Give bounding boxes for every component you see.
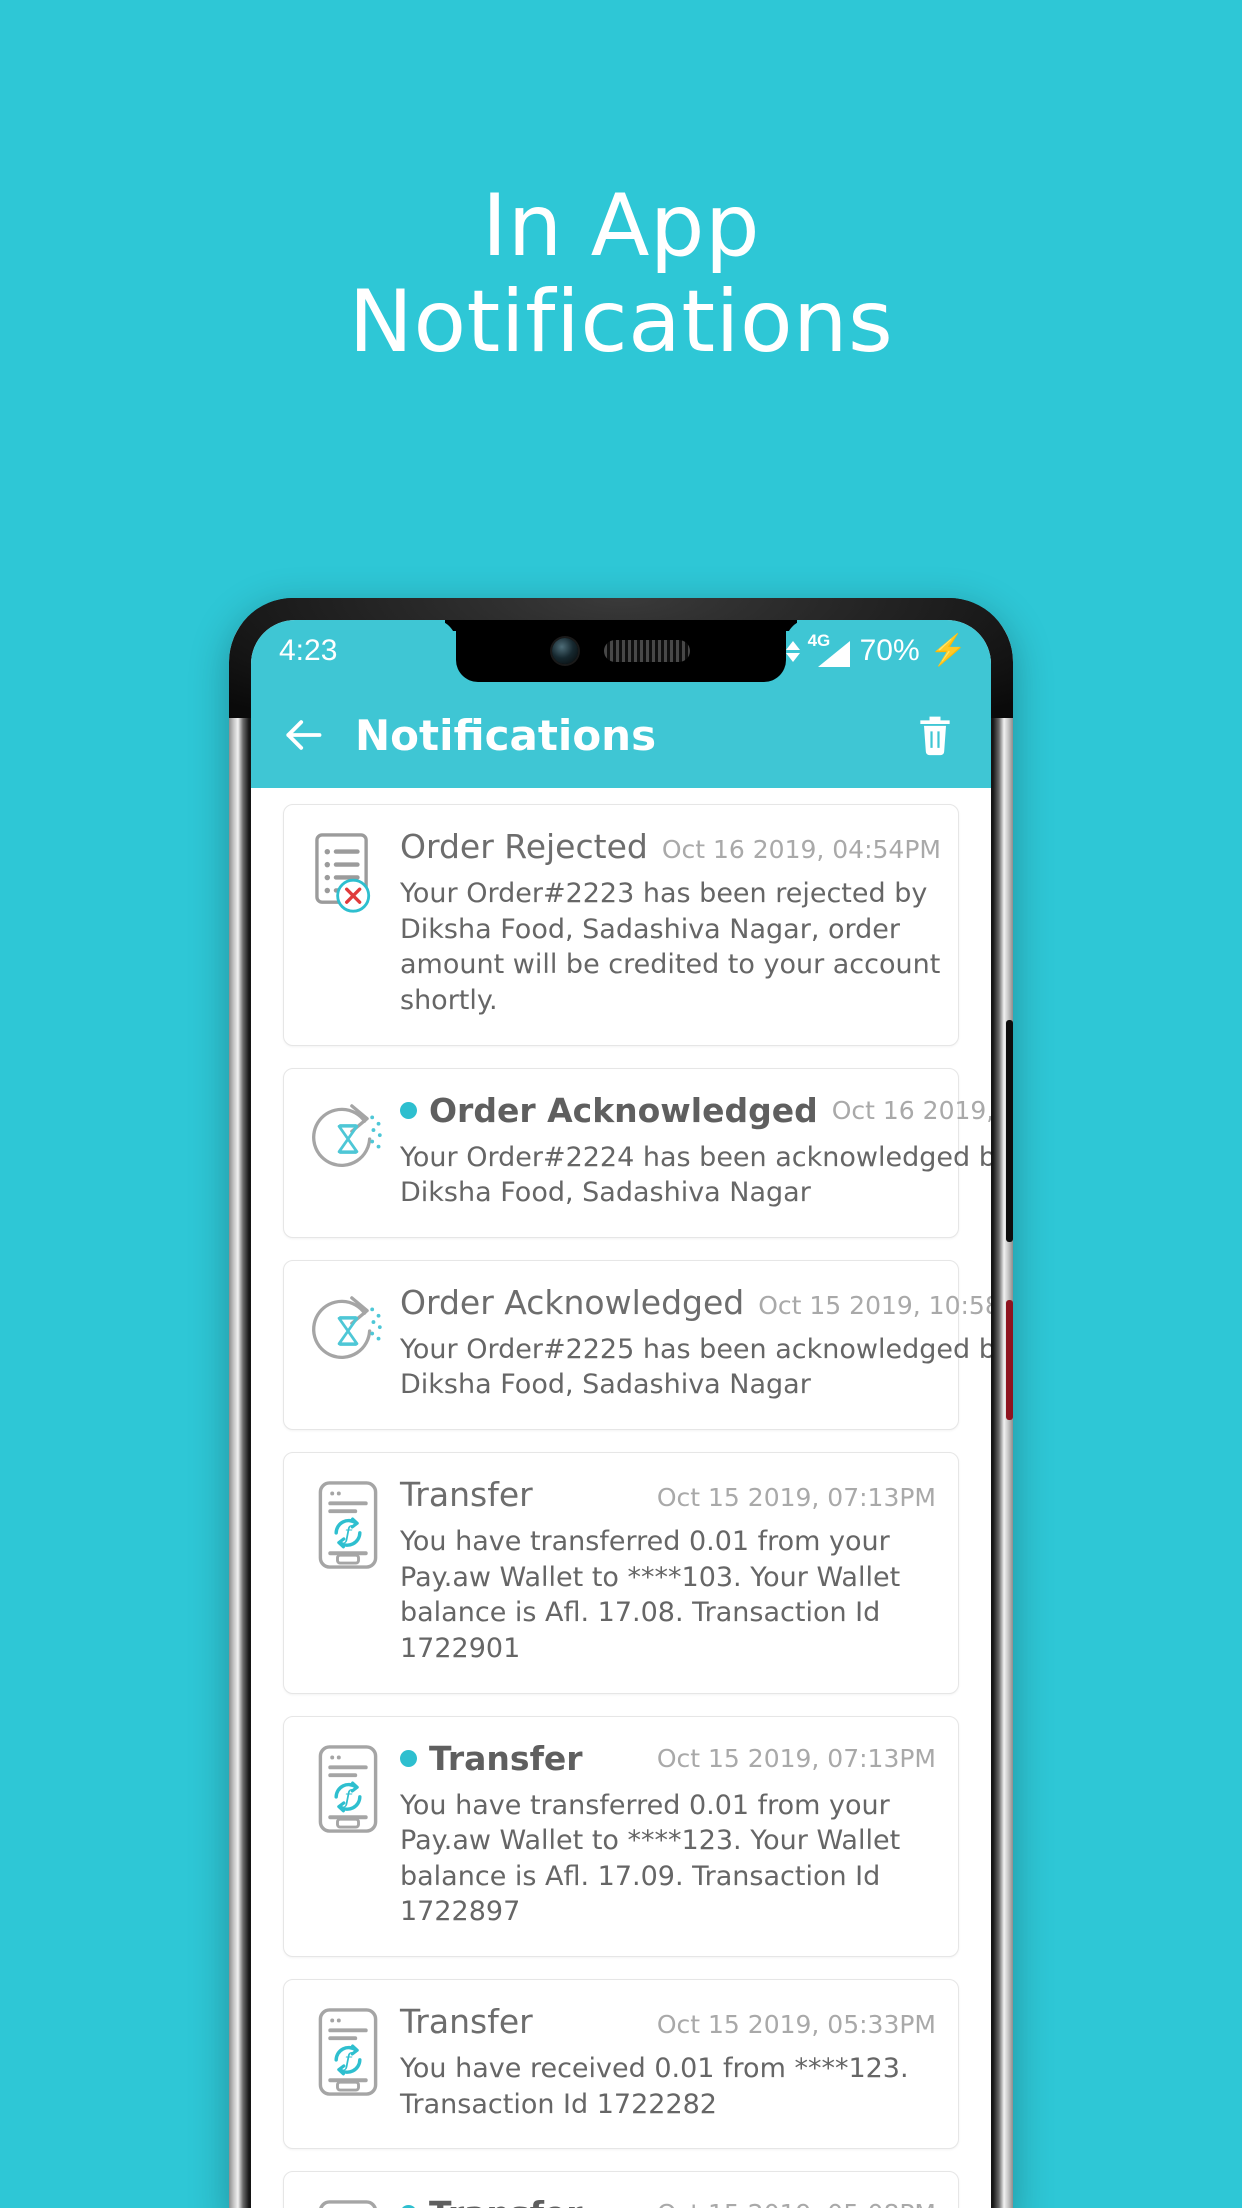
phone-device-frame: 4:23 4G 70% ⚡ Notifications Order Reject…	[229, 598, 1013, 2208]
notification-message: You have received 0.01 from ****123. Tra…	[400, 2053, 909, 2120]
order-rejected-icon	[306, 827, 390, 1019]
notification-message: You have transferred 0.01 from your Pay.…	[400, 1526, 901, 1664]
notification-time: Oct 15 2019, 10:58PM	[758, 1290, 991, 1320]
notification-body: Order Rejected Oct 16 2019, 04:54PM Your O…	[390, 827, 941, 1019]
notification-title: Order Acknowledged	[429, 1090, 818, 1130]
notification-body: Transfer Oct 15 2019, 07:13PM You have tra…	[390, 1739, 936, 1931]
signal-bars-icon: 4G	[808, 631, 850, 667]
notification-body: Transfer Oct 15 2019, 07:13PM You have tra…	[390, 1475, 936, 1667]
app-bar: Notifications	[251, 682, 991, 788]
notification-body: TransferOct 15 2019, 05:08PMYou have rec…	[390, 2194, 936, 2208]
unread-dot-icon	[400, 1749, 417, 1767]
trash-icon[interactable]	[913, 713, 957, 757]
bolt-icon: ⚡	[929, 634, 967, 667]
notification-header: Transfer Oct 15 2019, 05:08PM	[400, 2194, 936, 2208]
transfer-icon: f	[306, 2194, 390, 2208]
notification-title-wrap: Order Acknowledged	[400, 1283, 744, 1322]
front-camera	[552, 638, 578, 664]
transfer-icon: f	[306, 1475, 390, 1667]
notification-time: Oct 15 2019, 07:13PM	[656, 1743, 936, 1773]
notification-message: Your Order#2223 has been rejected by Dik…	[400, 878, 941, 1016]
back-arrow-icon[interactable]	[281, 713, 325, 757]
notification-title: Order Acknowledged	[400, 1282, 745, 1322]
data-transfer-icon	[785, 640, 800, 662]
phone-notch	[456, 620, 786, 682]
notification-title-wrap: Order Rejected	[400, 827, 648, 866]
order-acknowledged-icon	[306, 1091, 390, 1211]
notification-card[interactable]: f TransferOct 15 2019, 05:08PMYou have r…	[283, 2171, 959, 2208]
notification-time: Oct 15 2019, 05:08PM	[657, 2199, 936, 2208]
notification-body: Transfer Oct 15 2019, 05:33PM You have rec…	[390, 2002, 936, 2122]
promo-heading: In App Notifications	[0, 178, 1242, 371]
notification-card[interactable]: Order Acknowledged Oct 15 2019, 10:58PM Yo…	[283, 1259, 991, 1430]
notification-header: Order Acknowledged Oct 16 2019, 12:00PM	[400, 1091, 991, 1130]
notification-header: Order Acknowledged Oct 15 2019, 10:58PM	[400, 1283, 991, 1322]
order-acknowledged-icon	[306, 1283, 390, 1403]
notification-time: Oct 15 2019, 07:13PM	[656, 1483, 936, 1512]
notification-header: Order Rejected Oct 16 2019, 04:54PM	[400, 827, 941, 866]
phone-screen: 4:23 4G 70% ⚡ Notifications Order Reject…	[251, 620, 991, 2208]
notification-card[interactable]: f Transfer Oct 15 2019, 07:13PM You have t…	[283, 1715, 959, 1957]
transfer-icon: f	[306, 1739, 390, 1931]
volume-rocker-button[interactable]	[1006, 1020, 1013, 1242]
battery-percent-label: 70%	[859, 634, 920, 667]
notification-card[interactable]: f Transfer Oct 15 2019, 05:33PM You have r…	[283, 1979, 959, 2150]
notification-card[interactable]: Order Acknowledged Oct 16 2019, 12:00PM Yo…	[283, 1067, 991, 1238]
promo-line-1: In App	[481, 176, 761, 276]
power-button[interactable]	[1006, 1300, 1013, 1420]
notification-time: Oct 15 2019, 05:33PM	[656, 2010, 936, 2039]
notification-list[interactable]: Order Rejected Oct 16 2019, 04:54PM Your O…	[251, 788, 991, 2208]
notification-title: Transfer	[429, 1738, 583, 1778]
notification-card[interactable]: Order Rejected Oct 16 2019, 04:54PM Your O…	[283, 804, 959, 1046]
notification-card[interactable]: f Transfer Oct 15 2019, 07:13PM You have t…	[283, 1452, 959, 1694]
notification-time: Oct 16 2019, 12:00PM	[831, 1095, 991, 1125]
page-title: Notifications	[355, 710, 657, 760]
transfer-icon: f	[306, 2002, 390, 2122]
notification-time: Oct 16 2019, 04:54PM	[661, 835, 941, 864]
notification-title: Transfer	[400, 2002, 533, 2041]
notification-header: Transfer Oct 15 2019, 05:33PM	[400, 2002, 936, 2041]
promo-line-2: Notifications	[348, 272, 894, 373]
notification-title-wrap: Transfer	[400, 1739, 583, 1778]
notification-message: Your Order#2224 has been acknowledged by…	[400, 1141, 991, 1209]
notification-title-wrap: Transfer	[400, 2194, 583, 2208]
notification-title: Transfer	[400, 1475, 533, 1514]
notification-title: Order Rejected	[400, 827, 648, 866]
notification-title-wrap: Transfer	[400, 2002, 533, 2041]
notification-title: Transfer	[429, 2194, 583, 2208]
notification-header: Transfer Oct 15 2019, 07:13PM	[400, 1739, 936, 1778]
notification-message: You have transferred 0.01 from your Pay.…	[400, 1789, 901, 1928]
notification-title-wrap: Transfer	[400, 1475, 533, 1514]
unread-dot-icon	[400, 1101, 417, 1119]
notification-body: Order Acknowledged Oct 15 2019, 10:58PM Yo…	[390, 1283, 991, 1403]
notification-header: Transfer Oct 15 2019, 07:13PM	[400, 1475, 936, 1514]
status-bar-time: 4:23	[279, 634, 338, 667]
earpiece-speaker	[604, 640, 690, 662]
notification-title-wrap: Order Acknowledged	[400, 1091, 818, 1130]
notification-body: Order Acknowledged Oct 16 2019, 12:00PM Yo…	[390, 1091, 991, 1211]
notification-message: Your Order#2225 has been acknowledged by…	[400, 1333, 991, 1401]
